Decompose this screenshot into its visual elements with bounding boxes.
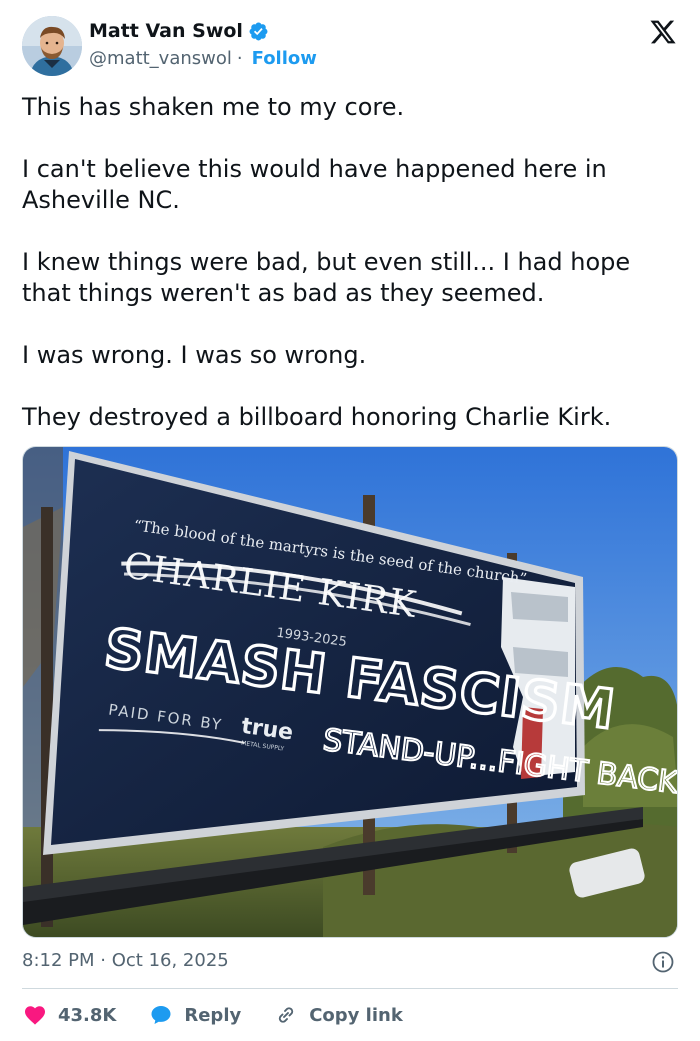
author-handle-row: @matt_vanswol · Follow: [89, 48, 317, 69]
tweet-timestamp[interactable]: 8:12 PM · Oct 16, 2025: [22, 950, 229, 971]
tweet-card: Matt Van Swol @matt_vanswol · Follow Thi…: [0, 0, 700, 1041]
avatar[interactable]: [22, 16, 82, 76]
author-handle[interactable]: @matt_vanswol: [89, 48, 232, 69]
billboard-photo: “The blood of the martyrs is the seed of…: [23, 447, 677, 937]
tweet-time: 8:12 PM: [22, 950, 95, 971]
reply-label: Reply: [184, 1004, 242, 1026]
info-icon[interactable]: [651, 950, 675, 974]
tweet-photo[interactable]: “The blood of the martyrs is the seed of…: [22, 446, 678, 938]
tweet-paragraph: This has shaken me to my core.: [22, 93, 405, 121]
reply-button[interactable]: Reply: [148, 1003, 241, 1027]
tweet-text: This has shaken me to my core. I can't b…: [22, 92, 682, 433]
x-logo-icon[interactable]: [648, 18, 678, 46]
tweet-paragraph: I can't believe this would have happened…: [22, 155, 607, 214]
tweet-paragraph: They destroyed a billboard honoring Char…: [22, 403, 612, 431]
verified-badge-icon: [249, 22, 268, 40]
reply-bubble-icon: [151, 1006, 171, 1024]
like-count: 43.8K: [58, 1004, 117, 1026]
follow-button[interactable]: Follow: [252, 48, 317, 69]
heart-icon: [25, 1006, 45, 1025]
action-bar: 43.8K Reply Copy link: [22, 1001, 435, 1029]
tweet-paragraph: I knew things were bad, but even still..…: [22, 248, 631, 307]
handle-separator: ·: [236, 48, 243, 69]
author-display-name[interactable]: Matt Van Swol: [89, 20, 243, 42]
timestamp-separator: ·: [100, 950, 106, 971]
tweet-date: Oct 16, 2025: [111, 950, 229, 971]
avatar-image: [22, 16, 82, 76]
like-button[interactable]: 43.8K: [22, 1003, 116, 1027]
divider: [22, 988, 678, 989]
tweet-paragraph: I was wrong. I was so wrong.: [22, 341, 367, 369]
copy-link-label: Copy link: [309, 1004, 403, 1026]
author-name-row: Matt Van Swol: [89, 20, 269, 42]
link-icon: [279, 1007, 294, 1023]
copy-link-button[interactable]: Copy link: [273, 1003, 403, 1027]
